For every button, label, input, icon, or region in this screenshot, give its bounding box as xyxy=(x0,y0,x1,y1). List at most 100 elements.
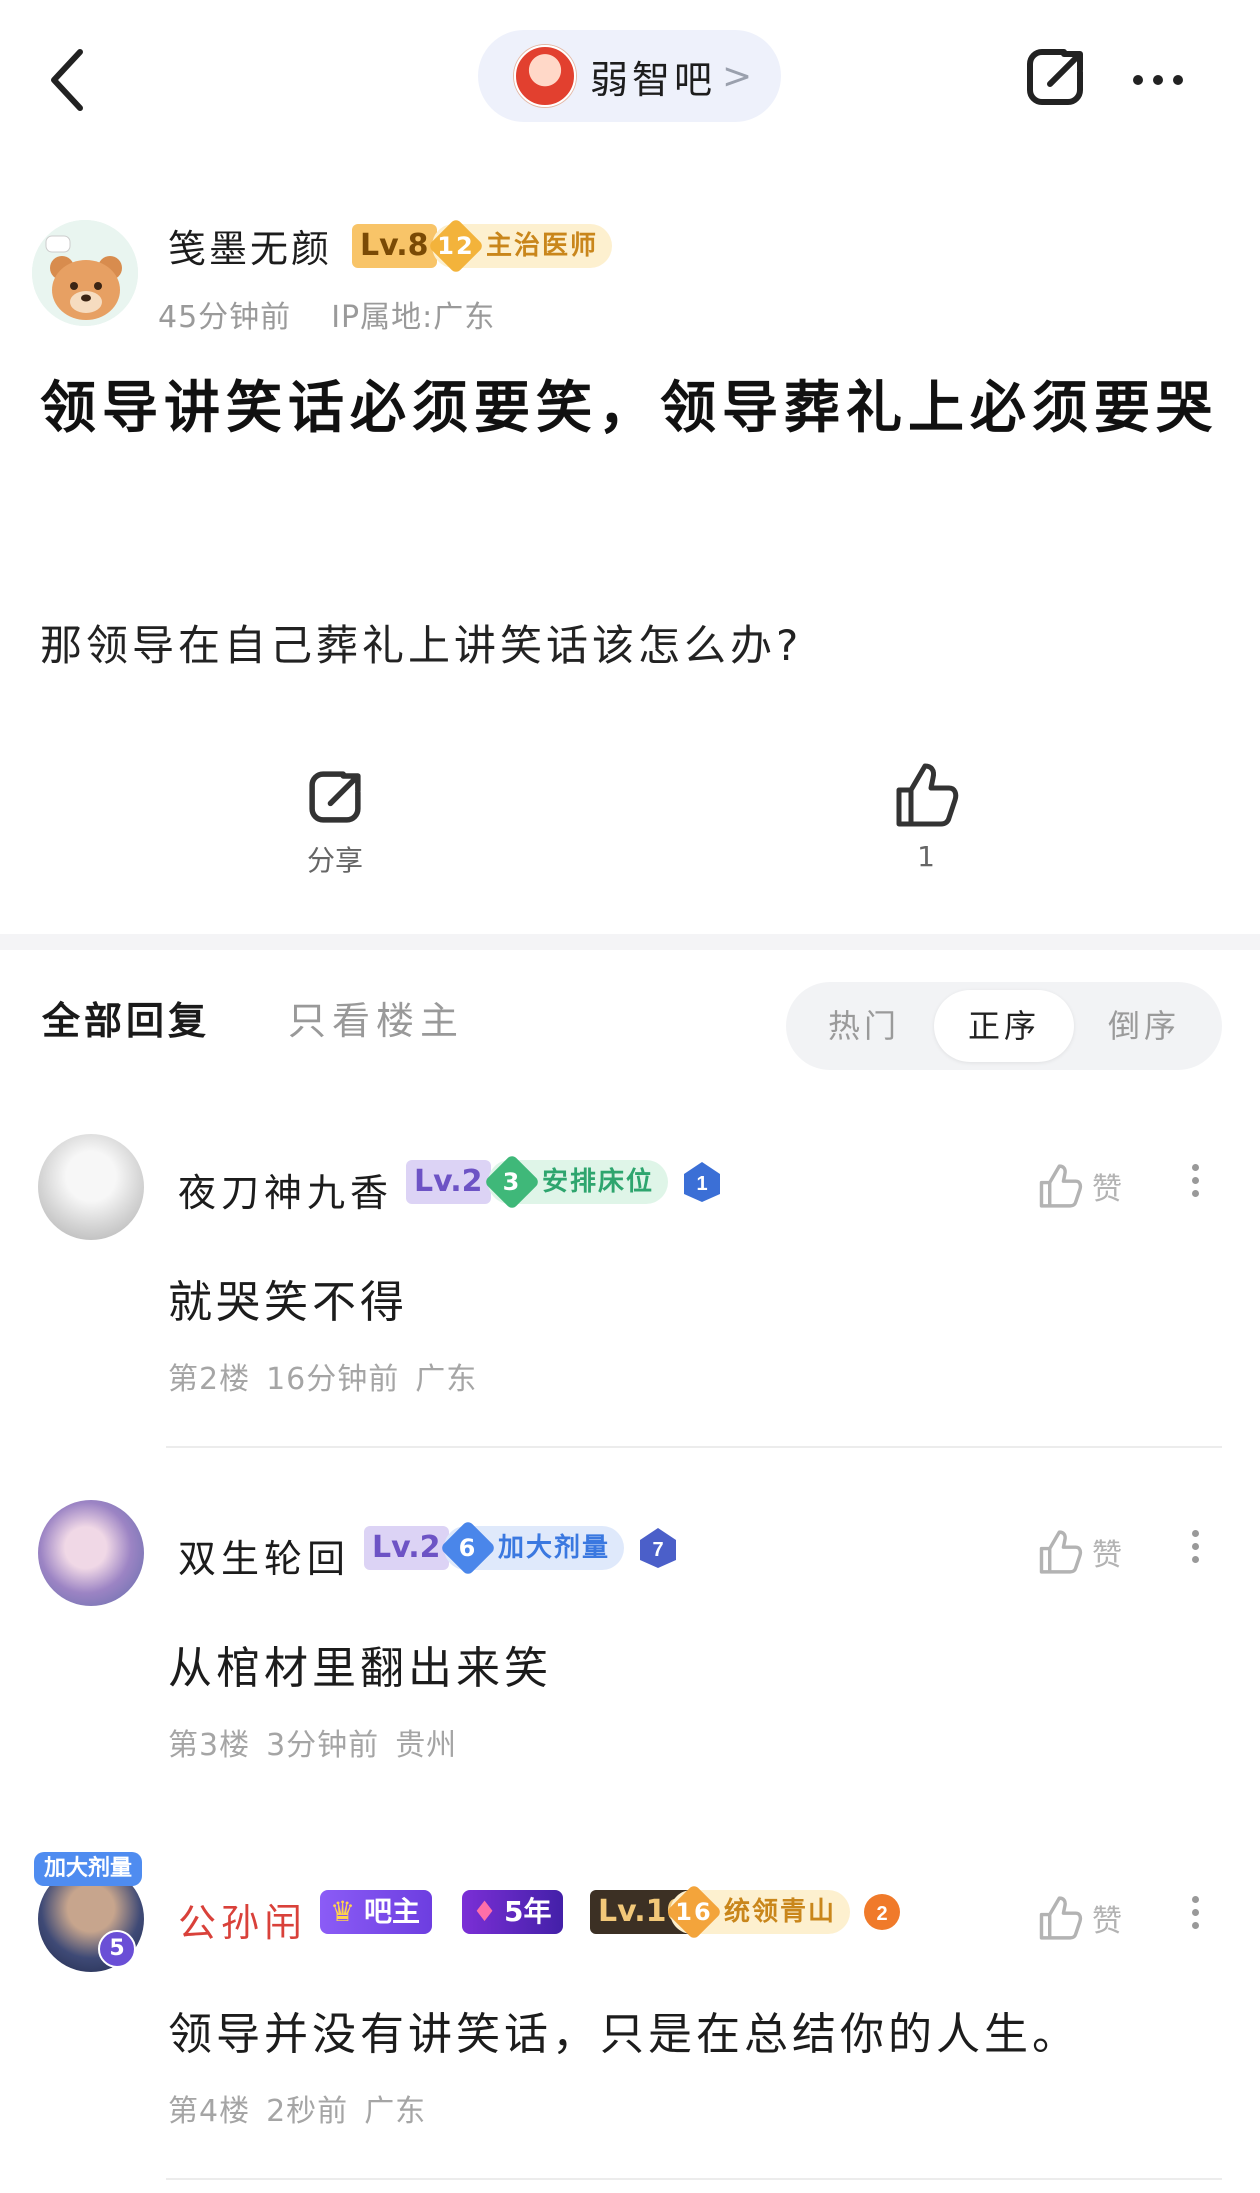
op-avatar[interactable] xyxy=(32,220,138,326)
tab-op-only[interactable]: 只看楼主 xyxy=(288,990,464,1045)
medal-icon: 2 xyxy=(864,1894,900,1930)
reply-username[interactable]: 双生轮回 xyxy=(178,1528,350,1583)
avatar-frame-banner: 加大剂量 xyxy=(34,1852,142,1886)
section-divider xyxy=(0,934,1260,950)
sort-hot[interactable]: 热门 xyxy=(794,990,934,1062)
post-time: 45分钟前 xyxy=(158,300,292,335)
reply-level-badge: Lv.2 xyxy=(406,1160,491,1204)
avatar-level-badge: 5 xyxy=(98,1930,136,1968)
reply-username[interactable]: 夜刀神九香 xyxy=(178,1162,393,1217)
floor-number: 第3楼 xyxy=(168,1728,251,1763)
dot xyxy=(1191,1164,1199,1171)
share-icon xyxy=(1027,49,1083,105)
dot xyxy=(1191,1543,1199,1550)
floor-number: 第4楼 xyxy=(168,2094,251,2129)
back-arrow-icon xyxy=(51,49,83,111)
back-button[interactable] xyxy=(40,40,110,120)
post-ip: IP属地:广东 xyxy=(331,300,496,335)
reply-location: 广东 xyxy=(415,1362,478,1397)
reply-meta: 第2楼 16分钟前 广东 xyxy=(168,1354,477,1398)
svg-text:7: 7 xyxy=(652,1539,663,1561)
reply-title-badge: 3 安排床位 xyxy=(483,1153,669,1211)
reply-more-button[interactable] xyxy=(1180,1890,1210,1950)
share-icon xyxy=(309,771,361,823)
share-label: 分享 xyxy=(306,844,363,877)
op-title-badge: 12 主治医师 xyxy=(427,217,613,275)
reply-separator xyxy=(166,1446,1222,1448)
reply-meta: 第3楼 3分钟前 贵州 xyxy=(168,1720,457,1764)
reply-like-button[interactable]: 赞 xyxy=(1036,1156,1146,1216)
years-label: 5年 xyxy=(504,1895,552,1928)
dot xyxy=(1191,1530,1199,1537)
reply-location: 贵州 xyxy=(395,1728,458,1763)
dot xyxy=(1173,75,1183,85)
badge-title: 统领青山 xyxy=(724,1897,837,1927)
thumbs-up-icon xyxy=(896,763,959,827)
reply-content: 领导并没有讲笑话，只是在总结你的人生。 xyxy=(168,2009,1080,2060)
reply-meta: 第4楼 2秒前 广东 xyxy=(168,2086,426,2130)
badge-number: 16 xyxy=(665,1883,723,1941)
svg-text:2: 2 xyxy=(876,1903,887,1925)
badge-number: 12 xyxy=(427,217,485,275)
dot xyxy=(1191,1556,1199,1563)
like-label: 赞 xyxy=(1092,1538,1122,1573)
badge-number: 3 xyxy=(483,1153,541,1211)
chevron-right-icon: > xyxy=(722,55,753,97)
op-username[interactable]: 笺墨无颜 xyxy=(168,218,332,273)
sort-ascending[interactable]: 正序 xyxy=(934,990,1074,1062)
reply-time: 3分钟前 xyxy=(266,1728,380,1763)
like-label: 赞 xyxy=(1092,1904,1122,1939)
dot xyxy=(1153,75,1163,85)
floor-number: 第2楼 xyxy=(168,1362,251,1397)
reply-location: 广东 xyxy=(364,2094,427,2129)
share-button[interactable]: 分享 xyxy=(290,765,380,879)
op-meta: 45分钟前 IP属地:广东 xyxy=(158,292,495,336)
thumbs-up-icon xyxy=(1039,1530,1083,1574)
moderator-label: 吧主 xyxy=(364,1895,421,1928)
badge-number: 6 xyxy=(439,1519,497,1577)
tab-all-replies[interactable]: 全部回复 xyxy=(42,990,210,1045)
dot xyxy=(1191,1190,1199,1197)
membership-years-badge: ♦ 5年 xyxy=(462,1890,564,1934)
crown-icon: ♛ xyxy=(330,1895,356,1928)
reply-more-button[interactable] xyxy=(1180,1158,1210,1218)
sort-descending[interactable]: 倒序 xyxy=(1074,990,1214,1062)
reply-level-badge: Lv.2 xyxy=(364,1526,449,1570)
bear-avatar-icon xyxy=(32,220,138,326)
more-options-button[interactable] xyxy=(1128,55,1198,105)
forum-entry-button[interactable]: 弱智吧 > xyxy=(478,30,781,122)
dot xyxy=(1191,1922,1199,1929)
dot xyxy=(1191,1909,1199,1916)
sort-switch: 热门 正序 倒序 xyxy=(786,982,1222,1070)
diamond-icon: ♦ xyxy=(472,1895,498,1928)
like-button[interactable]: 1 xyxy=(886,760,966,873)
badge-title: 主治医师 xyxy=(486,231,599,261)
share-button-top[interactable] xyxy=(1020,42,1090,112)
reply-username[interactable]: 公孙闬 xyxy=(178,1892,307,1947)
like-label: 赞 xyxy=(1092,1172,1122,1207)
reply-time: 16分钟前 xyxy=(266,1362,400,1397)
thumbs-up-icon xyxy=(1039,1164,1083,1208)
op-level-badge: Lv.8 xyxy=(352,224,437,268)
reply-content: 就哭笑不得 xyxy=(168,1277,408,1328)
medal-icon: 7 xyxy=(640,1528,676,1568)
reply-title-badge: 16 统领青山 xyxy=(665,1883,851,1941)
moderator-badge: ♛ 吧主 xyxy=(320,1890,433,1934)
medal-icon: 1 xyxy=(684,1162,720,1202)
forum-avatar xyxy=(514,45,576,107)
reply-more-button[interactable] xyxy=(1180,1524,1210,1584)
reply-avatar[interactable] xyxy=(38,1500,144,1606)
post-body: 那领导在自己葬礼上讲笑话该怎么办? xyxy=(40,621,803,670)
post-title: 领导讲笑话必须要笑，领导葬礼上必须要哭 xyxy=(40,376,1218,441)
reply-content: 从棺材里翻出来笑 xyxy=(168,1643,552,1694)
dot xyxy=(1191,1896,1199,1903)
reply-like-button[interactable]: 赞 xyxy=(1036,1888,1146,1948)
reply-separator xyxy=(166,2178,1222,2180)
reply-time: 2秒前 xyxy=(266,2094,349,2129)
reply-title-badge: 6 加大剂量 xyxy=(439,1519,625,1577)
reply-avatar[interactable] xyxy=(38,1134,144,1240)
like-count: 1 xyxy=(917,840,935,873)
reply-like-button[interactable]: 赞 xyxy=(1036,1522,1146,1582)
svg-text:1: 1 xyxy=(696,1173,707,1195)
thumbs-up-icon xyxy=(1039,1896,1083,1940)
